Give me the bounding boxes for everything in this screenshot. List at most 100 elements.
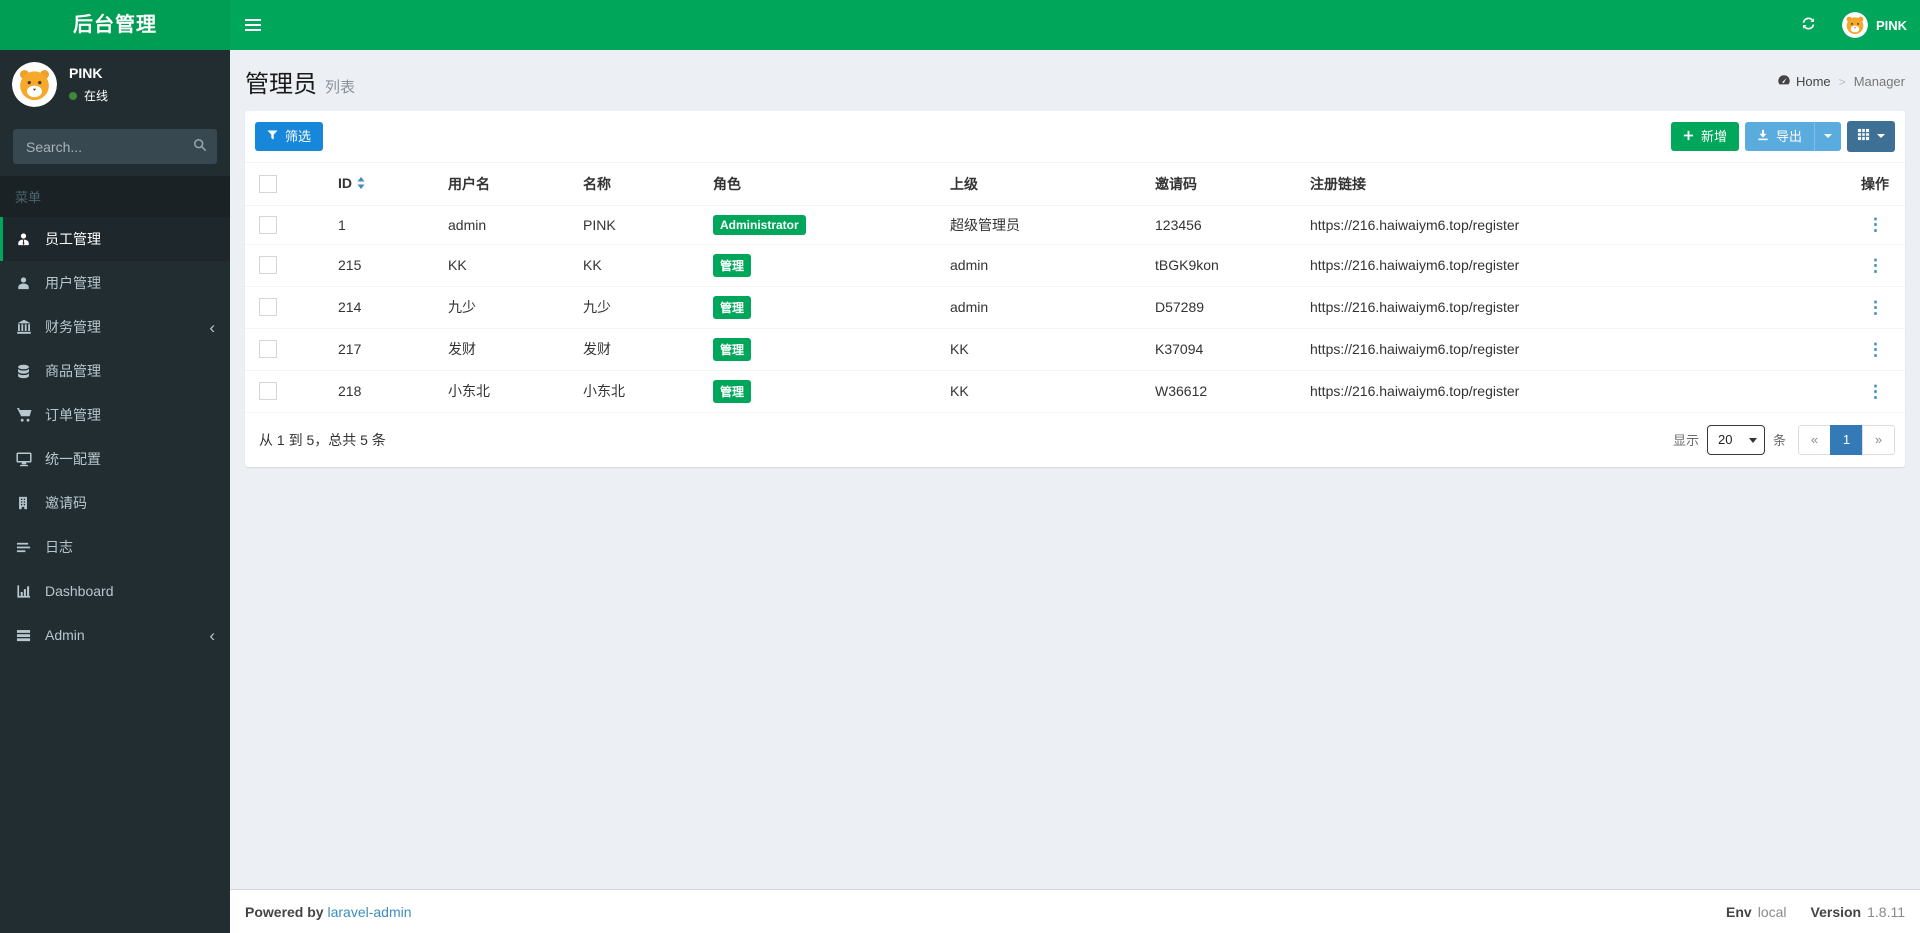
database-icon: [16, 364, 40, 379]
refresh-button[interactable]: [1788, 0, 1829, 50]
per-page-select-wrap: 20: [1706, 424, 1765, 455]
sidebar-item-goods[interactable]: 商品管理: [0, 349, 230, 393]
export-button[interactable]: 导出: [1744, 121, 1814, 152]
table-row: 217 发财 发财 管理 KK K37094 https://216.haiwaiym6.t…: [245, 327, 1905, 371]
page-subtitle: 列表: [325, 79, 356, 96]
navbar-user-menu[interactable]: PINK: [1829, 0, 1920, 50]
sidebar-user-panel: PINK 在线: [0, 50, 230, 117]
bank-icon: [16, 319, 40, 335]
row-checkbox[interactable]: [259, 382, 277, 401]
sidebar: PINK 在线 菜单 员工管理用户管理财务管理 ‹ 商品管理订单管理统一配置邀请码日…: [0, 50, 230, 933]
cell-register-link: https://216.haiwaiym6.top/register: [1302, 285, 1830, 329]
desktop-icon: [16, 451, 40, 467]
caret-down-icon: [1824, 134, 1832, 139]
column-header: 邀请码: [1147, 162, 1302, 206]
role-badge: Administrator: [713, 214, 806, 235]
table-body: 1 admin PINK Administrator 超级管理员 123456 https:…: [245, 204, 1905, 412]
powered-by-label: Powered by: [245, 903, 324, 920]
row-checkbox[interactable]: [259, 256, 277, 275]
row-actions-button[interactable]: ⋮: [1862, 340, 1889, 359]
row-actions-button[interactable]: ⋮: [1862, 298, 1889, 317]
version-label: Version: [1810, 903, 1862, 920]
app-logo[interactable]: 后台管理: [0, 0, 230, 50]
cell-parent: KK: [942, 327, 1147, 371]
cell-register-link: https://216.haiwaiym6.top/register: [1302, 204, 1830, 245]
cell-role: Administrator: [705, 204, 942, 245]
new-button[interactable]: 新增: [1670, 121, 1739, 152]
cell-invite-code: 123456: [1147, 204, 1302, 245]
breadcrumb: Home > Manager: [1777, 73, 1905, 90]
env-value: local: [1757, 903, 1787, 920]
sidebar-item-admin[interactable]: Admin ‹: [0, 613, 230, 657]
refresh-icon: [1801, 16, 1816, 34]
sort-icon[interactable]: [357, 176, 365, 192]
row-actions-button[interactable]: ⋮: [1862, 215, 1889, 234]
role-badge: 管理: [713, 379, 752, 403]
cell-parent: KK: [942, 369, 1147, 412]
select-all-checkbox[interactable]: [259, 174, 277, 193]
sidebar-item-dashboard[interactable]: Dashboard: [0, 569, 230, 613]
sidebar-item-staff[interactable]: 员工管理: [0, 217, 230, 261]
page-button[interactable]: «: [1798, 424, 1831, 455]
role-badge: 管理: [713, 295, 752, 319]
sidebar-search: [13, 129, 217, 164]
column-header: 名称: [575, 162, 705, 206]
sidebar-item-label: 邀请码: [45, 495, 87, 511]
row-checkbox[interactable]: [259, 340, 277, 359]
cell-username: KK: [440, 243, 575, 287]
sidebar-item-label: 统一配置: [45, 451, 101, 467]
row-actions-button[interactable]: ⋮: [1862, 256, 1889, 275]
sidebar-item-label: 商品管理: [45, 363, 101, 379]
cell-id: 218: [330, 369, 440, 412]
column-header: 用户名: [440, 162, 575, 206]
row-actions-button[interactable]: ⋮: [1862, 382, 1889, 401]
caret-down-icon: [1877, 134, 1885, 139]
cell-username: 小东北: [440, 369, 575, 412]
role-badge: 管理: [713, 253, 752, 277]
filter-button[interactable]: 筛选: [255, 121, 324, 152]
page-button-active[interactable]: 1: [1830, 424, 1863, 455]
row-checkbox[interactable]: [259, 215, 277, 234]
chevron-left-icon: ‹: [209, 625, 215, 645]
laravel-admin-link[interactable]: laravel-admin: [327, 904, 411, 920]
sidebar-item-users[interactable]: 用户管理: [0, 261, 230, 305]
sidebar-item-orders[interactable]: 订单管理: [0, 393, 230, 437]
env-label: Env: [1726, 903, 1752, 920]
role-badge: 管理: [713, 337, 752, 361]
export-dropdown-button[interactable]: [1814, 121, 1841, 152]
download-icon: [1757, 129, 1769, 145]
sidebar-item-invite[interactable]: 邀请码: [0, 481, 230, 525]
row-checkbox[interactable]: [259, 298, 277, 317]
table-row: 215 KK KK 管理 admin tBGK9kon https://216.haiwai…: [245, 243, 1905, 287]
sidebar-item-config[interactable]: 统一配置: [0, 437, 230, 481]
sidebar-item-label: 日志: [45, 539, 73, 555]
table-row: 218 小东北 小东北 管理 KK W36612 https://216.haiwaiym6…: [245, 369, 1905, 412]
cell-parent: admin: [942, 243, 1147, 287]
column-selector-button[interactable]: [1847, 121, 1895, 152]
sidebar-item-finance[interactable]: 财务管理 ‹: [0, 305, 230, 349]
cell-id: 214: [330, 285, 440, 329]
breadcrumb-home[interactable]: Home: [1777, 73, 1831, 90]
dashboard-gauge-icon: [1777, 73, 1791, 90]
grid-footer: 从 1 到 5，总共 5 条 显示 20 条 «1»: [245, 411, 1905, 467]
page-button[interactable]: »: [1862, 424, 1895, 455]
table-grid-icon: [1857, 128, 1870, 145]
column-header: ID: [330, 162, 440, 206]
cell-role: 管理: [705, 243, 942, 287]
cell-username: 发财: [440, 327, 575, 371]
cell-register-link: https://216.haiwaiym6.top/register: [1302, 369, 1830, 412]
sidebar-item-logs[interactable]: 日志: [0, 525, 230, 569]
column-header: 操作: [1830, 162, 1905, 206]
records-summary: 从 1 到 5，总共 5 条: [259, 431, 386, 448]
main-content: 筛选 新增 导出 ID 用户名 名称 角色 上级 邀请码 注册链接 操作 1 a…: [230, 109, 1920, 482]
pagination: «1»: [1798, 424, 1895, 455]
search-input[interactable]: [13, 138, 183, 155]
per-page-select[interactable]: 20: [1706, 424, 1765, 455]
content-header: 管理员 列表 Home > Manager: [230, 50, 1920, 109]
sidebar-toggle-button[interactable]: [230, 0, 276, 50]
online-status-icon: [69, 91, 77, 100]
search-button[interactable]: [183, 129, 217, 164]
sidebar-item-label: 用户管理: [45, 275, 101, 291]
building-icon: [16, 496, 40, 510]
column-header: 角色: [705, 162, 942, 206]
